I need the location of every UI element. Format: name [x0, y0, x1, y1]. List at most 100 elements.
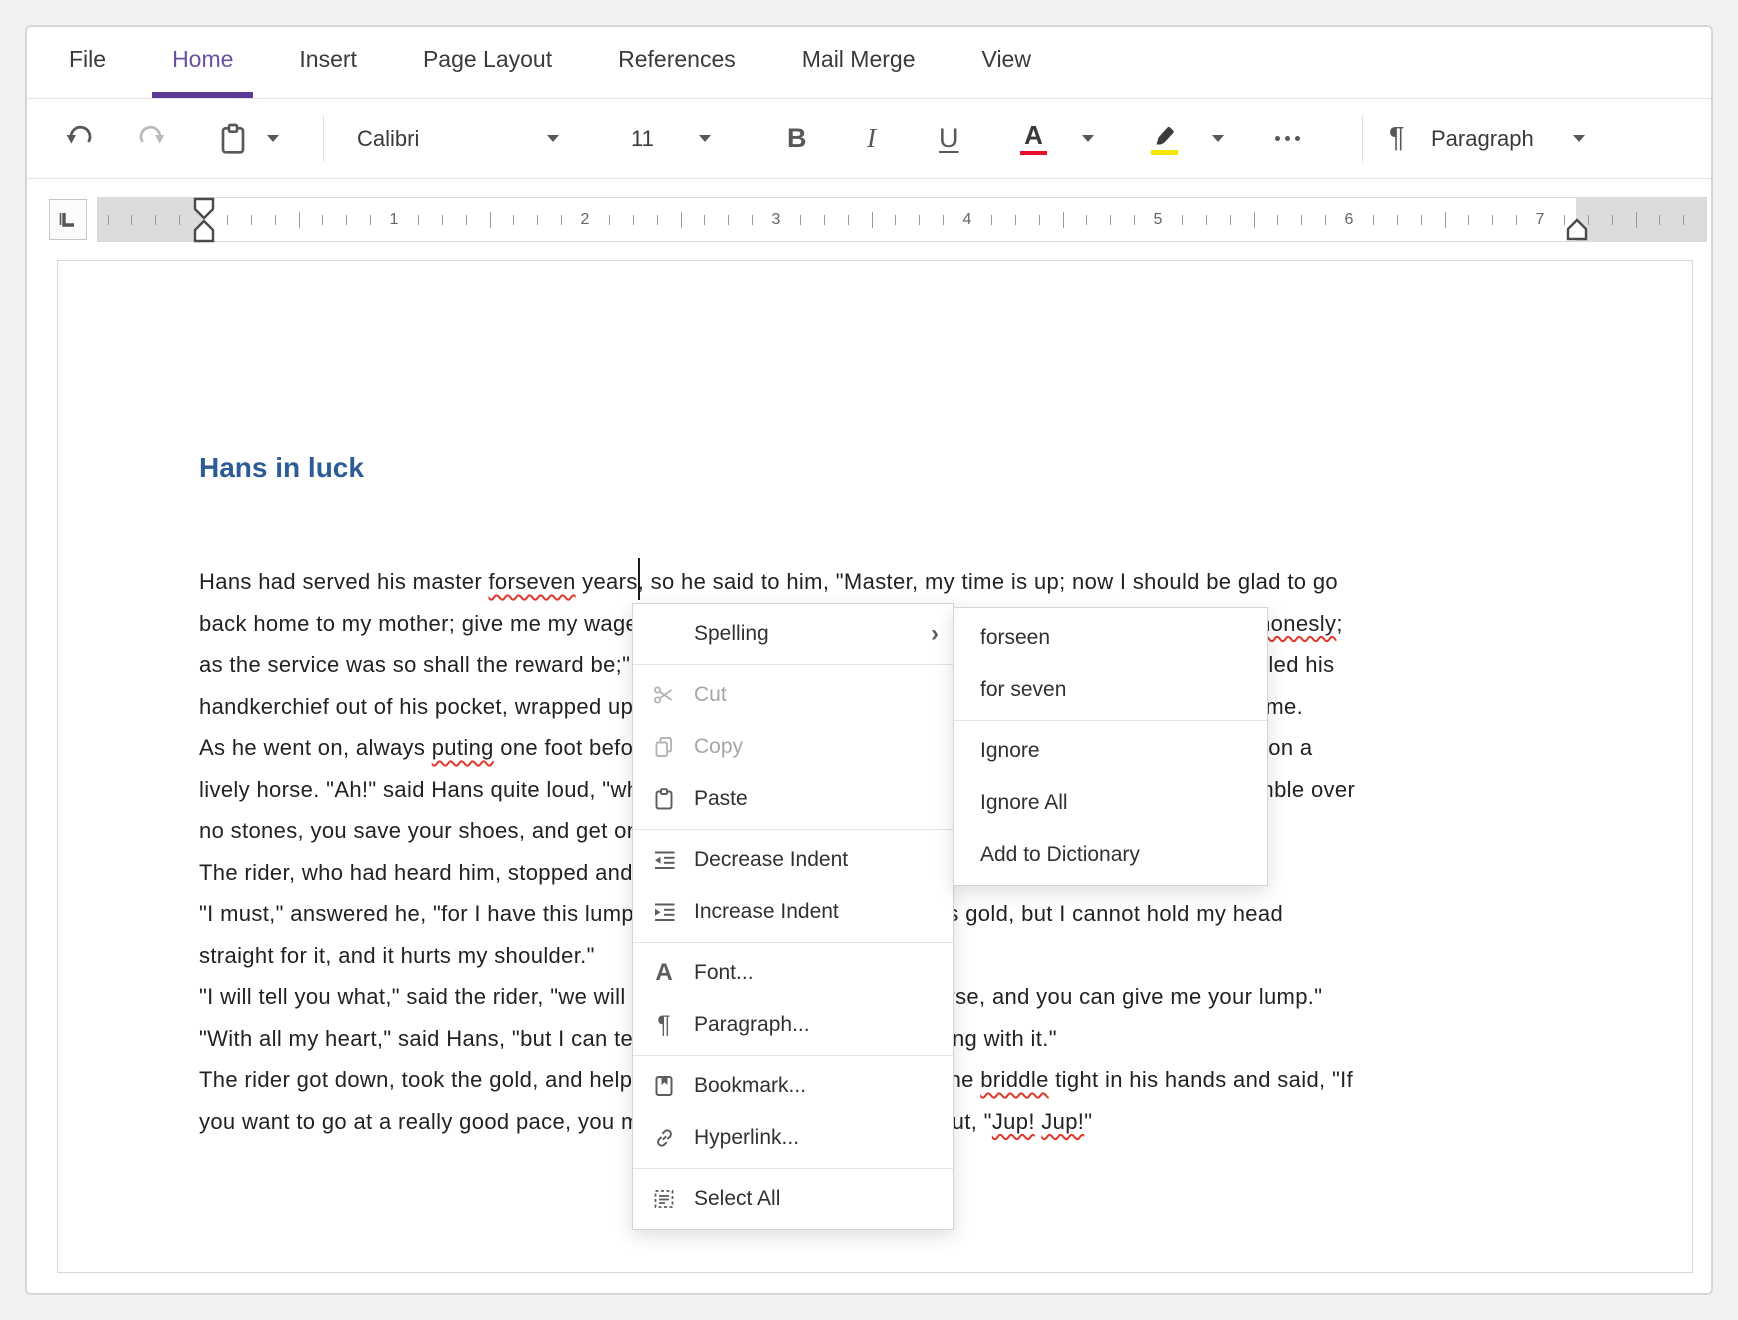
- menu-item-select-all[interactable]: Select All: [633, 1173, 953, 1225]
- copy-icon: [651, 734, 677, 760]
- menu-item-hyperlink[interactable]: Hyperlink...: [633, 1112, 953, 1164]
- ruler-tick: [1230, 215, 1231, 225]
- text-run: ": [1084, 1109, 1092, 1134]
- ruler-tick: [1134, 215, 1135, 225]
- ruler-tick: [1468, 215, 1469, 225]
- menu-separator: [633, 1055, 953, 1056]
- ruler-tick: [1301, 215, 1302, 225]
- font-size-select[interactable]: 11: [631, 99, 654, 178]
- menu-separator: [633, 664, 953, 665]
- ribbon-tab-bar: File Home Insert Page Layout References Mail …: [27, 27, 1711, 99]
- tab-home[interactable]: Home: [152, 27, 253, 98]
- tab-label: Page Layout: [423, 46, 552, 73]
- ruler-number: 5: [1148, 198, 1168, 241]
- ruler-tick: [442, 215, 443, 225]
- bold-button[interactable]: B: [787, 99, 807, 178]
- text-cursor: [638, 558, 640, 600]
- menu-separator: [633, 942, 953, 943]
- undo-button[interactable]: [65, 99, 95, 178]
- menu-item-decrease-indent[interactable]: Decrease Indent: [633, 834, 953, 886]
- tab-view[interactable]: View: [962, 27, 1051, 98]
- decrease-indent-icon: [651, 847, 677, 873]
- ruler-tick: [1110, 215, 1111, 225]
- undo-icon: [65, 125, 95, 153]
- ruler-number: 7: [1530, 198, 1550, 241]
- redo-button[interactable]: [136, 99, 166, 178]
- font-color-button[interactable]: A: [1020, 99, 1047, 178]
- menu-item-label: Copy: [694, 735, 939, 759]
- right-indent-marker[interactable]: [1565, 218, 1589, 242]
- horizontal-ruler: 1234567: [97, 197, 1707, 242]
- chevron-down-icon: [1573, 135, 1585, 142]
- ruler-tick: [752, 215, 753, 225]
- ruler-tick: [728, 215, 729, 225]
- misspelled-word: forseven: [488, 569, 575, 594]
- menu-item-label: Paragraph...: [694, 1013, 939, 1037]
- paragraph-dropdown[interactable]: [1573, 99, 1585, 178]
- font-size-dropdown[interactable]: [699, 99, 711, 178]
- spelling-submenu: forseenfor seven Ignore Ignore All Add to D…: [953, 607, 1268, 886]
- ruler-tick: [1445, 212, 1446, 228]
- menu-item-cut: Cut: [633, 669, 953, 721]
- menu-item-label: Ignore: [980, 739, 1253, 763]
- paragraph-mark-icon: ¶: [1389, 99, 1405, 178]
- select-all-icon: [651, 1186, 677, 1212]
- menu-item-bookmark[interactable]: Bookmark...: [633, 1060, 953, 1112]
- misspelled-word: Jup!: [1041, 1109, 1084, 1134]
- ruler-tick: [227, 215, 228, 225]
- underline-button[interactable]: U: [939, 99, 959, 178]
- ruler-tick: [1015, 215, 1016, 225]
- ruler-number: 1: [384, 198, 404, 241]
- tab-insert[interactable]: Insert: [279, 27, 377, 98]
- menu-item-ignore-all[interactable]: Ignore All: [954, 777, 1267, 829]
- menu-item-label: Add to Dictionary: [980, 843, 1253, 867]
- ruler-tick: [251, 215, 252, 225]
- ruler-tick: [1659, 215, 1660, 225]
- tab-label: File: [69, 46, 106, 73]
- menu-item-font[interactable]: AFont...: [633, 947, 953, 999]
- clipboard-icon: [217, 122, 249, 156]
- tab-label: References: [618, 46, 736, 73]
- tab-mail-merge[interactable]: Mail Merge: [782, 27, 936, 98]
- menu-item-label: Decrease Indent: [694, 848, 939, 872]
- tab-page-layout[interactable]: Page Layout: [403, 27, 572, 98]
- menu-item-add-to-dictionary[interactable]: Add to Dictionary: [954, 829, 1267, 881]
- menu-item-for-seven[interactable]: for seven: [954, 664, 1267, 716]
- menu-item-paragraph[interactable]: ¶Paragraph...: [633, 999, 953, 1051]
- ruler-tick: [1063, 212, 1064, 228]
- tab-file[interactable]: File: [49, 27, 126, 98]
- ruler-tick: [346, 215, 347, 225]
- paragraph-menu-button[interactable]: Paragraph: [1431, 99, 1534, 178]
- paste-button[interactable]: [217, 99, 249, 178]
- chevron-right-icon: ›: [931, 622, 939, 646]
- menu-item-increase-indent[interactable]: Increase Indent: [633, 886, 953, 938]
- paste-dropdown[interactable]: [267, 99, 279, 178]
- menu-item-paste[interactable]: Paste: [633, 773, 953, 825]
- page-left-edge: [57, 260, 58, 1273]
- chevron-down-icon: [267, 135, 279, 142]
- tab-stop-selector[interactable]: [49, 199, 87, 240]
- ruler-tick: [179, 215, 180, 225]
- font-icon: A: [651, 960, 677, 986]
- tab-references[interactable]: References: [598, 27, 756, 98]
- text-run: tight in his hands and said, "If: [1049, 1067, 1353, 1092]
- font-name-dropdown[interactable]: [547, 99, 559, 178]
- indent-markers[interactable]: [192, 196, 216, 244]
- highlight-button[interactable]: [1151, 99, 1178, 178]
- scissors-icon: [651, 682, 677, 708]
- ruler-tick: [1397, 215, 1398, 225]
- more-options-button[interactable]: [1275, 99, 1300, 178]
- document-viewport[interactable]: Hans in luck Hans had served his master …: [27, 252, 1711, 1295]
- ruler-tick: [275, 215, 276, 225]
- highlight-dropdown[interactable]: [1212, 99, 1224, 178]
- ruler-tick: [466, 215, 467, 225]
- menu-item-forseen[interactable]: forseen: [954, 612, 1267, 664]
- font-color-dropdown[interactable]: [1082, 99, 1094, 178]
- toolbar: Calibri 11 B I U A: [27, 99, 1711, 179]
- ruler-tick: [872, 212, 873, 228]
- menu-item-spelling[interactable]: Spelling›: [633, 608, 953, 660]
- italic-button[interactable]: I: [867, 99, 876, 178]
- font-name-select[interactable]: Calibri: [357, 99, 419, 178]
- menu-item-ignore[interactable]: Ignore: [954, 725, 1267, 777]
- ruler-tick: [895, 215, 896, 225]
